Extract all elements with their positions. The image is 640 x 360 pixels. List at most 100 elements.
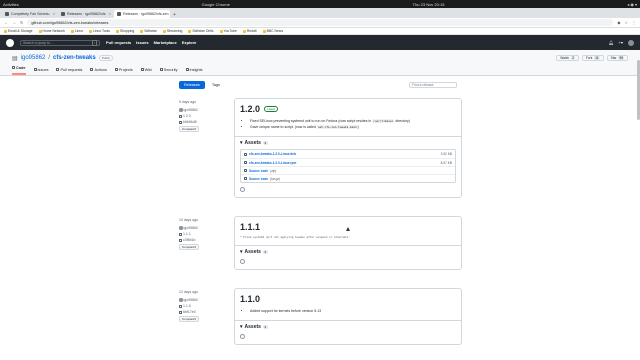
release-commit-row[interactable]: c3f5b1b bbox=[179, 237, 234, 243]
author-name[interactable]: igo95862 bbox=[184, 108, 198, 112]
reload-icon[interactable]: ↻ bbox=[20, 20, 23, 25]
release-entry: 10 days ago igo95862 1.1.1 c3f5b1b Compare ▾… bbox=[179, 216, 640, 270]
browser-tab-1[interactable]: Releases · igo95862/cfs × bbox=[58, 10, 114, 18]
tab-issues[interactable]: Issues bbox=[33, 68, 48, 75]
commit-sha[interactable]: b6b5b48 bbox=[183, 120, 197, 124]
activities-button[interactable]: Activities bbox=[3, 2, 19, 7]
nav-marketplace[interactable]: Marketplace bbox=[154, 40, 177, 45]
fork-button[interactable]: Fork 11 bbox=[581, 55, 604, 61]
browser-tab-0[interactable]: Completely Fair Schedu × bbox=[2, 10, 58, 18]
asset-link[interactable]: Source code bbox=[249, 169, 268, 173]
asset-link[interactable]: Source code bbox=[249, 177, 268, 181]
assets-toggle[interactable]: ▾ Assets 4 bbox=[240, 249, 456, 255]
commit-icon bbox=[179, 120, 182, 124]
close-icon[interactable]: × bbox=[53, 12, 55, 16]
smiley-icon[interactable] bbox=[240, 259, 245, 264]
compare-button[interactable]: Compare ▾ bbox=[179, 244, 199, 250]
bell-icon[interactable]: 🔔︎ bbox=[609, 40, 614, 45]
bookmark-label: Reddit bbox=[246, 29, 257, 33]
asset-row: cfs-zen-tweaks-1.2.0-Linux.deb 3.52 KB bbox=[241, 150, 455, 158]
back-arrow-icon[interactable]: ← bbox=[4, 20, 8, 25]
release-note-mono: * Fixed systemd unit not applying tweaks… bbox=[240, 235, 349, 239]
bookmark-item[interactable]: Email & Storage bbox=[4, 29, 33, 33]
tag-name[interactable]: 1.1.1 bbox=[183, 232, 191, 236]
star-count: 95 bbox=[618, 56, 624, 60]
bookmark-item[interactable]: BBC News bbox=[262, 29, 284, 33]
tag-name[interactable]: 1.2.0 bbox=[183, 114, 191, 118]
bookmark-item[interactable]: Selfwise Drills bbox=[188, 29, 214, 33]
tab-actions[interactable]: Actions bbox=[90, 68, 107, 75]
watch-button[interactable]: Watch 2 bbox=[556, 55, 579, 61]
new-tab-button[interactable]: + bbox=[170, 12, 178, 18]
folder-icon bbox=[89, 29, 93, 33]
smiley-icon[interactable] bbox=[240, 187, 245, 192]
commit-sha[interactable]: 6bf17e0 bbox=[183, 310, 196, 314]
plus-icon[interactable]: +▾ bbox=[619, 40, 623, 45]
tab-projects[interactable]: Projects bbox=[114, 68, 133, 75]
app-menu[interactable]: Google Chrome bbox=[202, 2, 230, 7]
close-icon[interactable]: × bbox=[109, 12, 111, 16]
folder-icon bbox=[219, 29, 223, 33]
bookmark-item[interactable]: Selfwise bbox=[140, 29, 157, 33]
star-button[interactable]: Star 95 bbox=[606, 55, 628, 61]
tab-security[interactable]: Security bbox=[159, 68, 178, 75]
asset-link[interactable]: cfs-zen-tweaks-1.2.0-Linux.deb bbox=[249, 152, 296, 156]
avatar[interactable] bbox=[628, 39, 634, 46]
tab-insights[interactable]: Insights bbox=[185, 68, 203, 75]
tab-pull-requests[interactable]: Pull requests bbox=[56, 68, 82, 75]
bookmark-item[interactable]: Linux bbox=[70, 29, 83, 33]
bookmark-label: BBC News bbox=[266, 29, 284, 33]
author-name[interactable]: igo95862 bbox=[184, 226, 198, 230]
bookmark-item[interactable]: Linux Tools bbox=[89, 29, 110, 33]
tab-code[interactable]: Code bbox=[12, 66, 26, 75]
release-commit-row[interactable]: 6bf17e0 bbox=[179, 309, 234, 315]
browser-menu-icon[interactable]: ⋮ bbox=[632, 20, 636, 25]
system-tray[interactable]: ◂ ◉ ▾ bbox=[627, 2, 637, 7]
tab-label: Completely Fair Schedu bbox=[11, 12, 50, 16]
release-title-link[interactable]: 1.2.0 bbox=[240, 104, 260, 114]
release-title-link[interactable]: 1.1.1 bbox=[240, 222, 260, 232]
repo-owner-link[interactable]: igo95862 bbox=[21, 55, 46, 61]
browser-tab-2[interactable]: Releases · igo95862/cfs-zen× bbox=[114, 10, 170, 18]
tag-icon bbox=[179, 304, 182, 308]
triangle-down-icon: ▾ bbox=[240, 249, 243, 255]
assets-label: Assets bbox=[244, 249, 261, 255]
find-release-input[interactable]: Find a release bbox=[409, 82, 457, 88]
releases-tab[interactable]: Releases bbox=[179, 81, 205, 89]
author-name[interactable]: igo95862 bbox=[184, 298, 198, 302]
github-logo-icon[interactable] bbox=[6, 38, 14, 47]
smiley-icon[interactable] bbox=[240, 334, 245, 339]
compare-button[interactable]: Compare ▾ bbox=[179, 316, 199, 322]
bookmark-item[interactable]: Streaming bbox=[162, 29, 182, 33]
triangle-down-icon: ▾ bbox=[240, 324, 243, 330]
search-input[interactable]: Search or jump to... / bbox=[20, 39, 100, 46]
bookmark-item[interactable]: Home Network bbox=[38, 29, 65, 33]
asset-row: Source code (tar.gz) bbox=[241, 174, 455, 182]
tags-tab[interactable]: Tags bbox=[207, 81, 225, 89]
release-commit-row[interactable]: b6b5b48 bbox=[179, 119, 234, 125]
commit-sha[interactable]: c3f5b1b bbox=[183, 238, 195, 242]
nav-issues[interactable]: Issues bbox=[136, 40, 148, 45]
bookmark-item[interactable]: YouTube bbox=[219, 29, 237, 33]
tag-name[interactable]: 1.1.0 bbox=[183, 304, 191, 308]
bookmark-item[interactable]: Reddit bbox=[242, 29, 257, 33]
assets-toggle[interactable]: ▾ Assets 4 bbox=[240, 140, 456, 146]
clock[interactable]: Thu 23 Nov 20:15 bbox=[413, 2, 445, 7]
bookmark-item[interactable]: Shopping bbox=[115, 29, 134, 33]
extension-icon[interactable]: ◆ bbox=[617, 20, 620, 25]
nav-explore[interactable]: Explore bbox=[182, 40, 197, 45]
asset-link[interactable]: cfs-zen-tweaks-1.2.0-Linux.rpm bbox=[249, 161, 296, 165]
address-bar-row: ← → ↻ github.com/igo95862/cfs-zen-tweaks… bbox=[0, 18, 640, 28]
package-icon bbox=[244, 177, 247, 180]
tab-wiki[interactable]: Wiki bbox=[140, 68, 152, 75]
nav-pull-requests[interactable]: Pull requests bbox=[106, 40, 131, 45]
release-title-link[interactable]: 1.1.0 bbox=[240, 294, 260, 304]
folder-icon bbox=[242, 29, 246, 33]
assets-toggle[interactable]: ▾ Assets 4 bbox=[240, 324, 456, 330]
compare-button[interactable]: Compare ▾ bbox=[179, 126, 199, 132]
url-field[interactable]: github.com/igo95862/cfs-zen-tweaks/relea… bbox=[27, 19, 614, 26]
star-icon[interactable]: ☆ bbox=[624, 20, 628, 25]
commit-icon bbox=[179, 310, 182, 314]
forward-arrow-icon[interactable]: → bbox=[12, 20, 16, 25]
repo-name-link[interactable]: cfs-zen-tweaks bbox=[53, 55, 96, 61]
